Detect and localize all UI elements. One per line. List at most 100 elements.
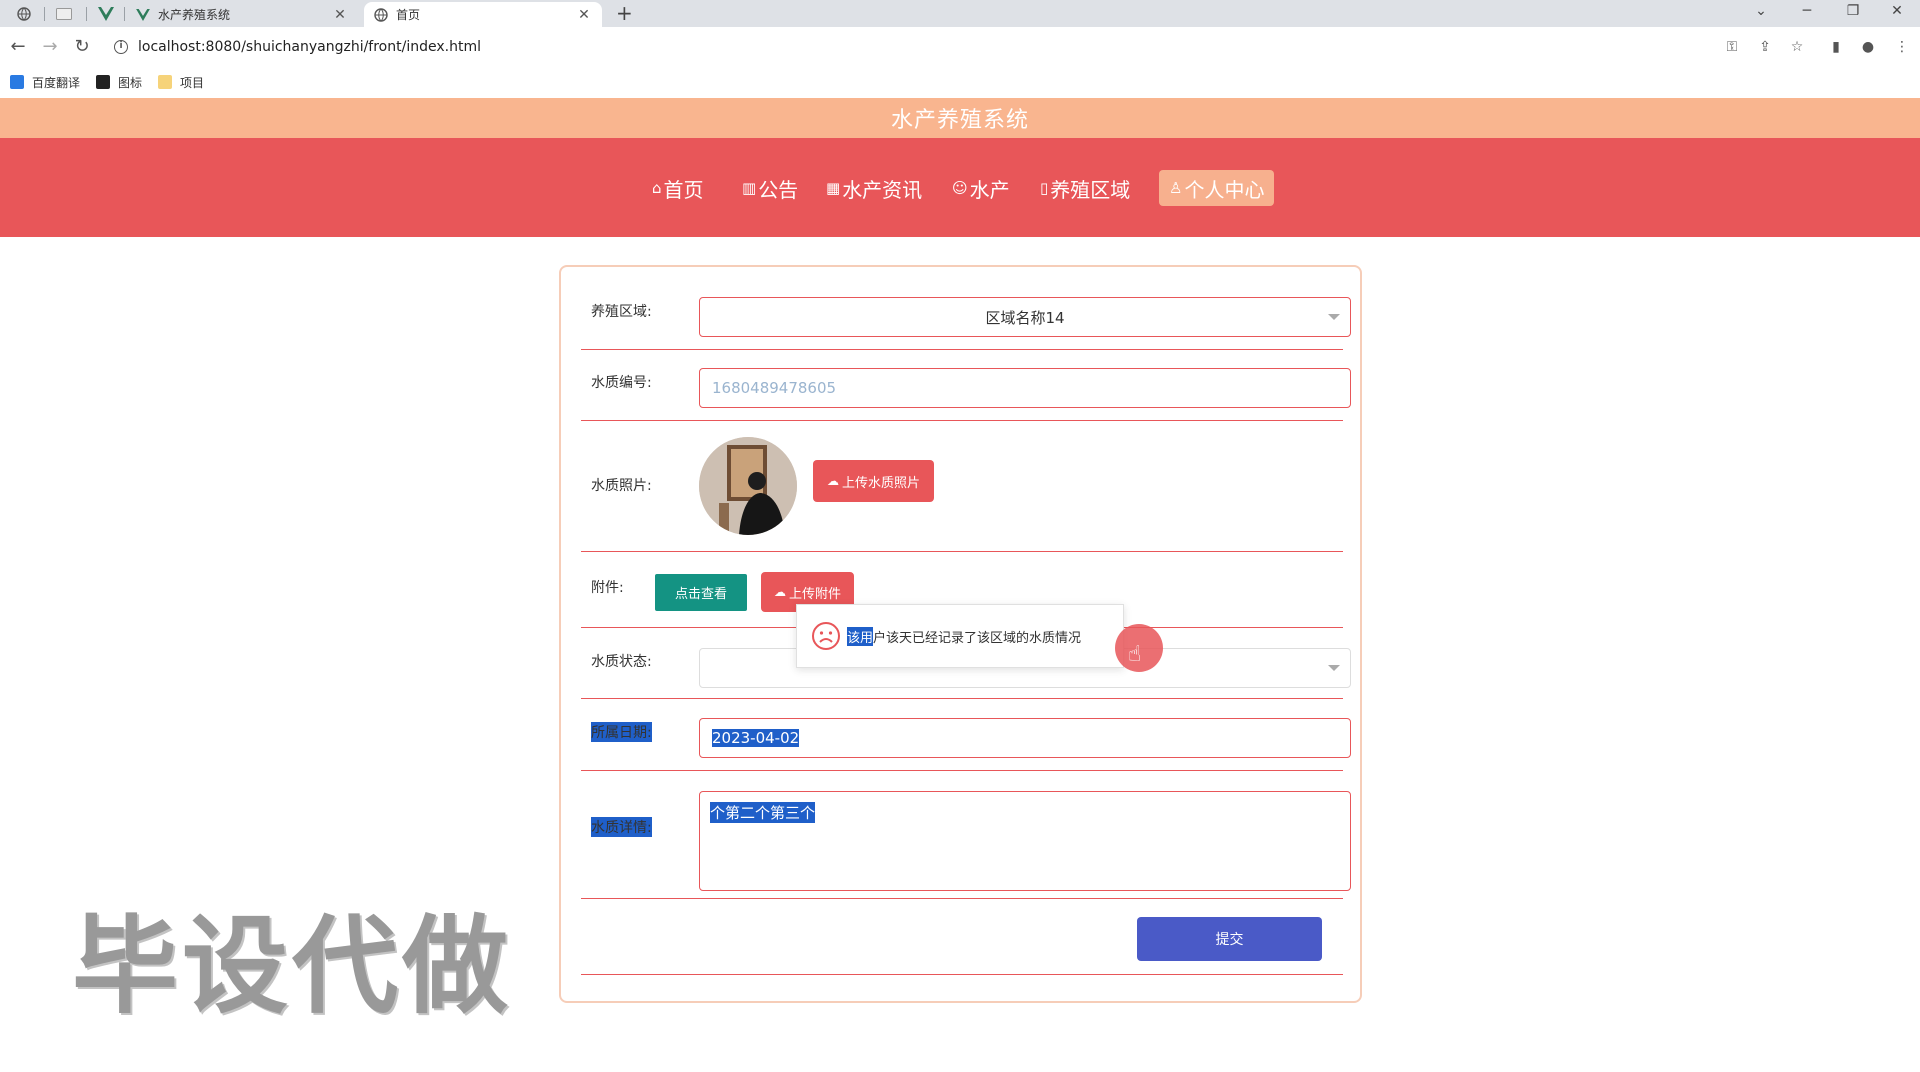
row-detail: 水质详情: 个第二个第三个 (581, 771, 1351, 899)
area-icon: ▯ (1040, 179, 1049, 197)
upload-photo-button[interactable]: ☁ 上传水质照片 (813, 460, 934, 502)
image-icon (96, 75, 111, 89)
share-icon[interactable]: ⇪ (1755, 37, 1775, 57)
breeding-area-value: 区域名称14 (985, 308, 1065, 327)
pinned-tab-globe[interactable] (10, 0, 38, 27)
hand-cursor-icon: ☝ (1128, 642, 1142, 667)
detail-value: 个第二个第三个 (710, 802, 816, 823)
date-label: 所属日期: (591, 722, 652, 742)
reload-icon[interactable]: ↻ (70, 35, 94, 59)
photo-image (699, 437, 797, 535)
nav-breeding-area[interactable]: ▯ 养殖区域 (1036, 170, 1134, 206)
nav-label: 个人中心 (1184, 177, 1265, 202)
submit-label: 提交 (1215, 932, 1244, 948)
chevron-down-icon (1328, 314, 1340, 320)
toast-highlight: 该用 (847, 626, 874, 646)
home-icon: ⌂ (652, 179, 662, 197)
row-date: 所属日期: 2023-04-02 (581, 699, 1351, 771)
nav-label: 水产资讯 (842, 177, 923, 202)
info-icon[interactable]: i (114, 40, 128, 54)
tab-search-chevron-icon[interactable]: ⌄ (1738, 0, 1784, 27)
code-value: 1680489478605 (712, 379, 837, 397)
pinned-tab-mail[interactable] (50, 0, 78, 27)
status-label: 水质状态: (591, 654, 652, 670)
cloud-upload-icon: ☁ (826, 474, 839, 488)
folder-icon (158, 75, 173, 89)
minimize-button[interactable]: ─ (1784, 0, 1830, 27)
mail-icon (56, 7, 72, 20)
tab-home[interactable]: 首页 ✕ (364, 2, 602, 27)
toast-message: 户该天已经记录了该区域的水质情况 (873, 630, 1082, 646)
profile-icon[interactable]: ● (1858, 37, 1878, 57)
site-title-bar: 水产养殖系统 (0, 98, 1920, 138)
detail-textarea[interactable]: 个第二个第三个 (699, 791, 1351, 891)
bookmark-label: 图标 (118, 75, 143, 90)
vue-icon (136, 8, 150, 21)
back-arrow-icon[interactable]: ← (6, 35, 30, 59)
row-code: 水质编号: 1680489478605 (581, 350, 1351, 421)
forward-arrow-icon[interactable]: → (38, 35, 62, 59)
photo-label: 水质照片: (591, 478, 652, 494)
breeding-area-select[interactable]: 区域名称14 (699, 297, 1351, 337)
restore-button[interactable]: ❐ (1830, 0, 1876, 27)
breeding-area-label: 养殖区域: (591, 304, 652, 320)
globe-icon (17, 6, 31, 21)
chevron-down-icon (1328, 665, 1340, 671)
pinned-tab-vue[interactable] (92, 0, 120, 27)
code-label: 水质编号: (591, 375, 652, 391)
tab-title: 首页 (396, 8, 421, 22)
site-title: 水产养殖系统 (890, 108, 1029, 133)
user-icon: ♙ (1169, 179, 1183, 197)
browser-tab-bar: 水产养殖系统 ✕ 首页 ✕ + ⌄ ─ ❐ ✕ (0, 0, 1920, 27)
tab-title: 水产养殖系统 (158, 8, 231, 22)
detail-label: 水质详情: (591, 817, 652, 837)
nav-home[interactable]: ⌂ 首页 (648, 170, 708, 206)
fish-icon: ☺ (952, 179, 968, 197)
nav-label: 水产 (969, 177, 1010, 202)
bookmarks-bar: 百度翻译 图标 项目 (0, 67, 1920, 97)
nav-label: 公告 (758, 177, 799, 202)
nav-label: 首页 (663, 177, 704, 202)
date-input[interactable]: 2023-04-02 (699, 718, 1351, 758)
date-value: 2023-04-02 (712, 729, 800, 747)
bookmark-baidu-translate[interactable]: 百度翻译 (10, 74, 80, 91)
tab-system[interactable]: 水产养殖系统 ✕ (126, 2, 358, 27)
watermark: 毕设代做 (72, 905, 512, 1028)
nav-notice[interactable]: ▥ 公告 (738, 170, 802, 206)
key-icon[interactable]: ⚿ (1722, 37, 1742, 57)
new-tab-button[interactable]: + (616, 2, 633, 24)
close-icon[interactable]: ✕ (332, 7, 348, 23)
sad-face-icon (812, 622, 840, 650)
kebab-menu-icon[interactable]: ⋮ (1892, 37, 1912, 57)
grid-icon: ▦ (826, 179, 841, 197)
nav-aquatic[interactable]: ☺ 水产 (948, 170, 1014, 206)
row-photo: 水质照片: ☁ 上传水质照片 (581, 421, 1343, 552)
close-window-button[interactable]: ✕ (1874, 0, 1920, 27)
side-panel-icon[interactable]: ▮ (1826, 37, 1846, 57)
star-icon[interactable]: ☆ (1787, 37, 1807, 57)
error-toast: 该用 户该天已经记录了该区域的水质情况 (796, 604, 1124, 668)
bookmark-label: 百度翻译 (32, 75, 81, 90)
row-breeding-area: 养殖区域: 区域名称14 (581, 267, 1351, 350)
close-icon[interactable]: ✕ (576, 7, 592, 23)
address-bar-row: ← → ↻ i localhost:8080/shuichanyangzhi/f… (0, 27, 1920, 67)
water-photo-thumbnail[interactable] (699, 437, 797, 535)
submit-button[interactable]: 提交 (1137, 917, 1322, 961)
bookmark-project[interactable]: 项目 (158, 74, 204, 91)
nav-personal-center[interactable]: ♙ 个人中心 (1159, 170, 1275, 206)
code-input[interactable]: 1680489478605 (699, 368, 1351, 408)
vue-icon (98, 6, 114, 21)
view-attachment-button[interactable]: 点击查看 (655, 574, 747, 611)
nav-label: 养殖区域 (1050, 177, 1131, 202)
nav-news[interactable]: ▦ 水产资讯 (822, 170, 926, 206)
url-text: localhost:8080/shuichanyangzhi/front/ind… (138, 39, 481, 55)
row-submit: 提交 (581, 899, 1343, 975)
cloud-upload-icon: ☁ (773, 585, 786, 599)
attachment-label: 附件: (591, 580, 624, 596)
upload-attachment-label: 上传附件 (788, 586, 841, 602)
main-nav: ⌂ 首页 ▥ 公告 ▦ 水产资讯 ☺ 水产 ▯ 养殖区域 ♙ 个人中心 (0, 138, 1920, 237)
globe-icon (374, 7, 388, 22)
bookmark-icons[interactable]: 图标 (96, 74, 142, 91)
view-attachment-label: 点击查看 (674, 587, 727, 602)
url-input[interactable]: i localhost:8080/shuichanyangzhi/front/i… (104, 32, 1724, 62)
